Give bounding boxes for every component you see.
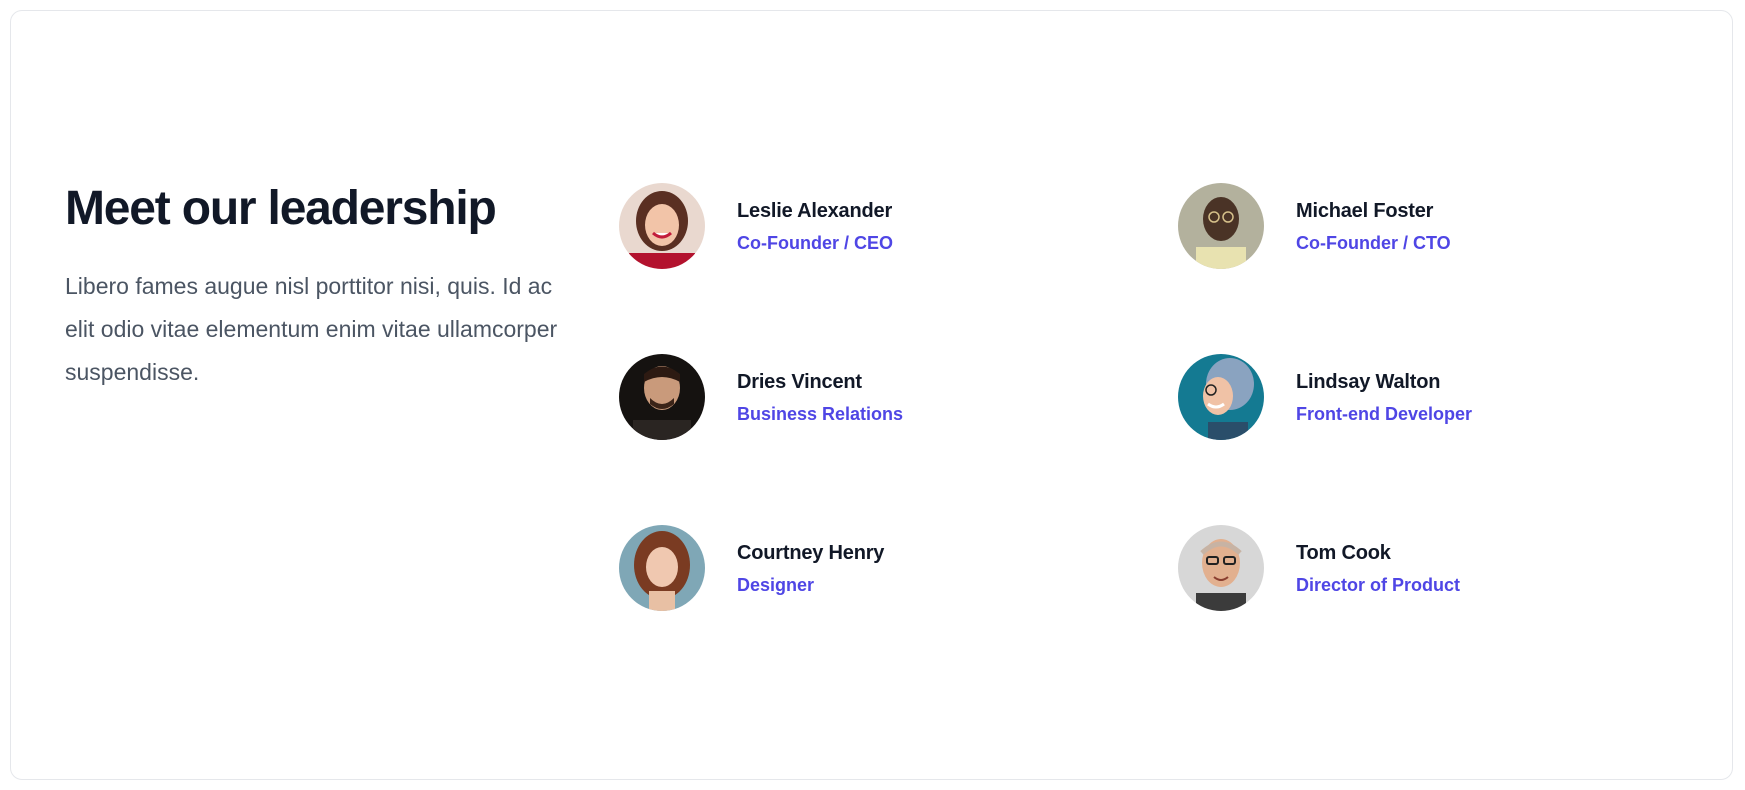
person-name: Lindsay Walton <box>1296 371 1441 393</box>
person-role: Co-Founder / CTO <box>1296 233 1451 253</box>
person-card: Michael Foster Co-Founder / CTO <box>1178 183 1718 269</box>
person-name: Leslie Alexander <box>737 200 893 222</box>
person-role: Designer <box>737 575 815 595</box>
person-photo-icon <box>1178 183 1264 269</box>
person-meta: Michael Foster Co-Founder / CTO <box>1296 197 1451 255</box>
person-meta: Tom Cook Director of Product <box>1296 539 1460 597</box>
person-role: Co-Founder / CEO <box>737 233 893 253</box>
person-card: Lindsay Walton Front-end Developer <box>1178 354 1718 440</box>
person-photo-icon <box>1178 354 1264 440</box>
intro-block: Meet our leadership Libero fames augue n… <box>65 181 585 394</box>
avatar <box>1178 183 1264 269</box>
person-card: Tom Cook Director of Product <box>1178 525 1718 611</box>
person-role: Business Relations <box>737 404 904 424</box>
person-meta: Courtney Henry Designer <box>737 539 884 597</box>
avatar <box>1178 354 1264 440</box>
person-name: Courtney Henry <box>737 542 885 564</box>
person-photo-icon <box>1178 525 1264 611</box>
person-name: Michael Foster <box>1296 200 1434 222</box>
avatar <box>619 525 705 611</box>
people-grid: Leslie Alexander Co-Founder / CEO Michae… <box>619 183 1739 611</box>
person-meta: Dries Vincent Business Relations <box>737 368 903 426</box>
section-title: Meet our leadership <box>65 182 497 235</box>
person-role: Front-end Developer <box>1296 404 1473 424</box>
leadership-section: Meet our leadership Libero fames augue n… <box>10 10 1733 780</box>
avatar <box>1178 525 1264 611</box>
avatar <box>619 183 705 269</box>
person-photo-icon <box>619 354 705 440</box>
person-card: Leslie Alexander Co-Founder / CEO <box>619 183 1159 269</box>
avatar <box>619 354 705 440</box>
person-photo-icon <box>619 525 705 611</box>
person-name: Dries Vincent <box>737 371 862 393</box>
section-description: Libero fames augue nisl porttitor nisi, … <box>65 273 558 385</box>
person-name: Tom Cook <box>1296 542 1391 564</box>
person-photo-icon <box>619 183 705 269</box>
person-card: Dries Vincent Business Relations <box>619 354 1159 440</box>
person-role: Director of Product <box>1296 575 1461 595</box>
person-meta: Leslie Alexander Co-Founder / CEO <box>737 197 893 255</box>
person-meta: Lindsay Walton Front-end Developer <box>1296 368 1472 426</box>
person-card: Courtney Henry Designer <box>619 525 1159 611</box>
